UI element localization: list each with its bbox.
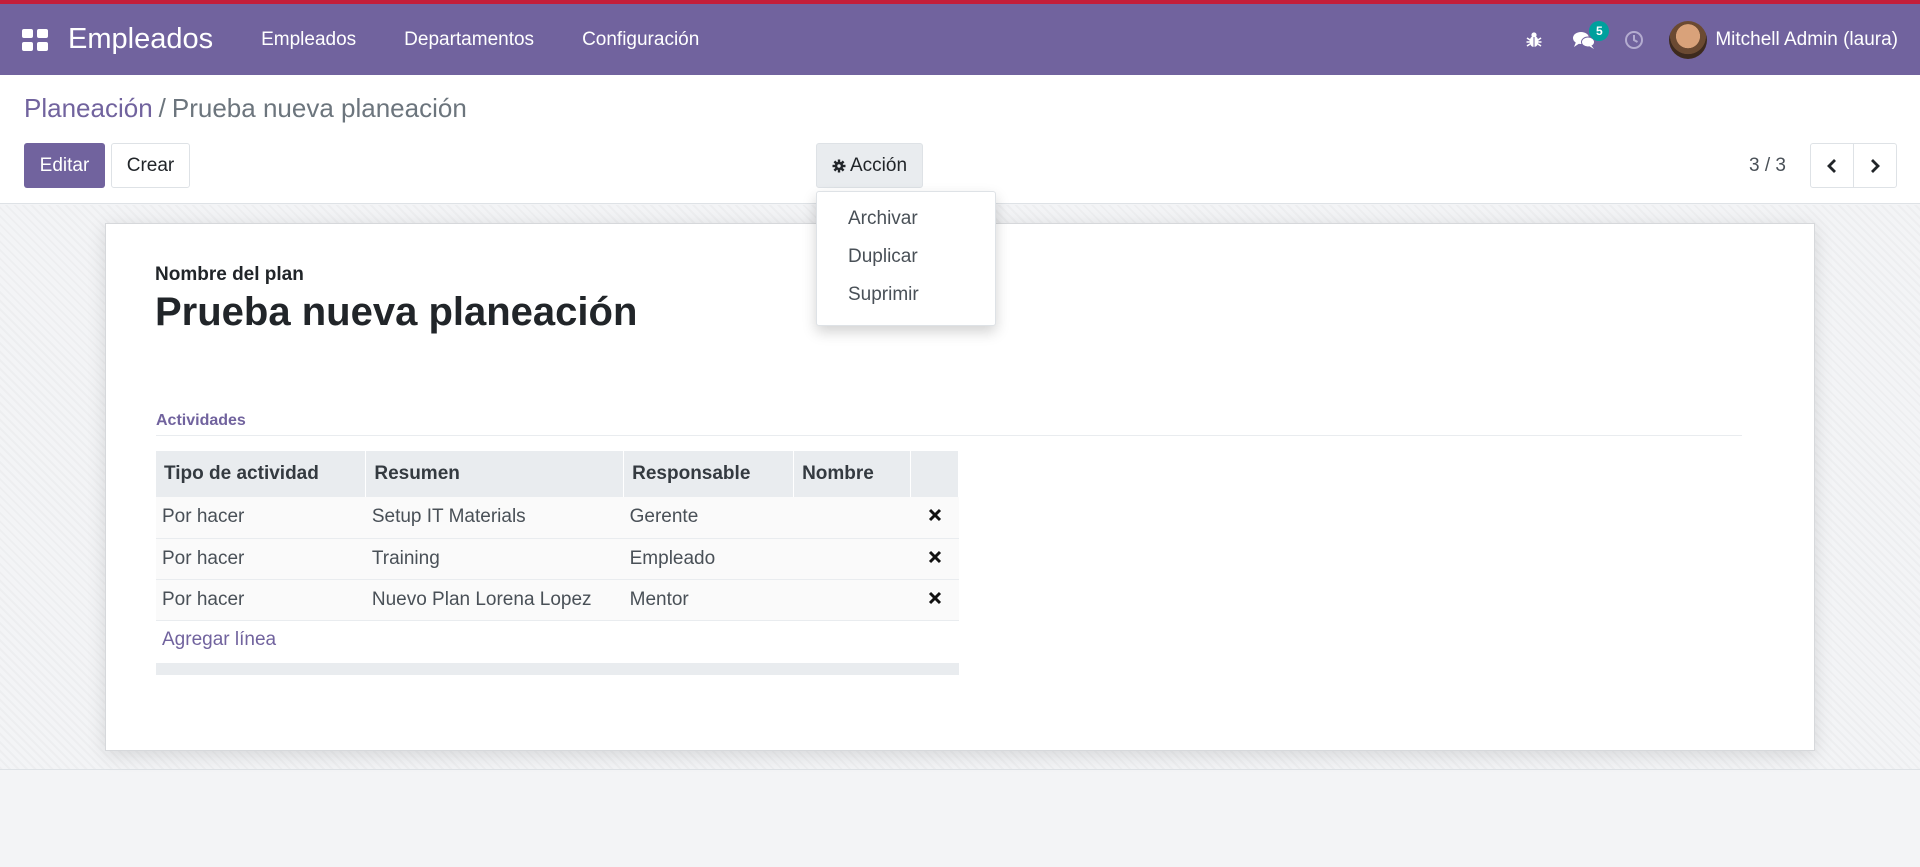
chevron-left-icon (1827, 158, 1836, 173)
menu-item-duplicate[interactable]: Duplicar (817, 238, 995, 276)
cell-summary[interactable]: Training (365, 538, 624, 580)
apps-menu-icon[interactable] (22, 28, 48, 51)
delete-row-button[interactable] (910, 497, 959, 539)
user-menu[interactable]: Mitchell Admin (laura) (1669, 20, 1898, 59)
activities-table: Tipo de actividad Resumen Responsable No… (156, 451, 959, 621)
table-row[interactable]: Por hacer Setup IT Materials Gerente (156, 497, 959, 539)
pager-next-button[interactable] (1853, 143, 1897, 188)
cell-responsible[interactable]: Empleado (623, 538, 794, 580)
pager-previous-button[interactable] (1810, 143, 1854, 188)
cell-name[interactable] (793, 579, 911, 621)
cell-responsible[interactable]: Gerente (623, 497, 794, 539)
create-button[interactable]: Crear (111, 143, 190, 188)
cell-activity-type[interactable]: Por hacer (156, 579, 366, 621)
top-navbar: Empleados Empleados Departamentos Config… (0, 4, 1920, 75)
close-icon (928, 509, 941, 522)
cell-name[interactable] (793, 497, 911, 539)
breadcrumb-separator: / (158, 93, 166, 123)
action-dropdown-menu: Archivar Duplicar Suprimir (816, 191, 996, 326)
messages-count-badge: 5 (1589, 21, 1610, 41)
cell-summary[interactable]: Setup IT Materials (365, 497, 624, 539)
menu-item-departamentos[interactable]: Departamentos (380, 29, 558, 51)
add-line-link[interactable]: Agregar línea (162, 629, 276, 651)
user-name: Mitchell Admin (laura) (1715, 28, 1898, 50)
breadcrumb-current: Prueba nueva planeación (171, 93, 467, 123)
debug-bug-icon[interactable] (1509, 4, 1559, 75)
close-icon (928, 591, 941, 604)
cell-summary[interactable]: Nuevo Plan Lorena Lopez (365, 579, 624, 621)
breadcrumb-parent-link[interactable]: Planeación (24, 93, 153, 124)
cell-activity-type[interactable]: Por hacer (156, 497, 366, 539)
activities-section-title: Actividades (156, 412, 246, 429)
table-row[interactable]: Por hacer Training Empleado (156, 538, 959, 580)
plan-name-label: Nombre del plan (155, 264, 304, 285)
control-panel: Planeación / Prueba nueva planeación Edi… (0, 75, 1920, 204)
column-header-actions (910, 451, 959, 497)
section-divider (156, 435, 1742, 436)
plan-name-value: Prueba nueva planeación (155, 290, 638, 334)
gear-icon (832, 159, 846, 172)
delete-row-button[interactable] (910, 579, 959, 621)
edit-button[interactable]: Editar (24, 143, 105, 188)
menu-item-empleados[interactable]: Empleados (237, 29, 380, 51)
close-icon (928, 550, 941, 563)
action-button-label: Acción (849, 154, 908, 176)
cell-name[interactable] (793, 538, 911, 580)
column-header-activity-type[interactable]: Tipo de actividad (156, 451, 367, 497)
column-header-responsible[interactable]: Responsable (623, 451, 795, 497)
delete-row-button[interactable] (910, 538, 959, 580)
activity-clock-icon[interactable] (1609, 4, 1659, 75)
column-header-summary[interactable]: Resumen (365, 451, 625, 497)
column-header-name[interactable]: Nombre (793, 451, 912, 497)
menu-item-archive[interactable]: Archivar (817, 200, 995, 238)
menu-item-delete[interactable]: Suprimir (817, 276, 995, 314)
action-dropdown-button[interactable]: Acción (816, 143, 923, 188)
table-footer (156, 663, 959, 675)
avatar (1669, 20, 1708, 59)
breadcrumb: Planeación / Prueba nueva planeación (24, 93, 467, 124)
messages-icon[interactable]: 5 (1559, 4, 1610, 75)
app-name[interactable]: Empleados (68, 23, 213, 56)
menu-item-configuracion[interactable]: Configuración (558, 29, 723, 51)
table-row[interactable]: Por hacer Nuevo Plan Lorena Lopez Mentor (156, 579, 959, 621)
cell-activity-type[interactable]: Por hacer (156, 538, 366, 580)
cell-responsible[interactable]: Mentor (623, 579, 794, 621)
chevron-right-icon (1871, 158, 1880, 173)
pager-value: 3 / 3 (1749, 155, 1786, 176)
